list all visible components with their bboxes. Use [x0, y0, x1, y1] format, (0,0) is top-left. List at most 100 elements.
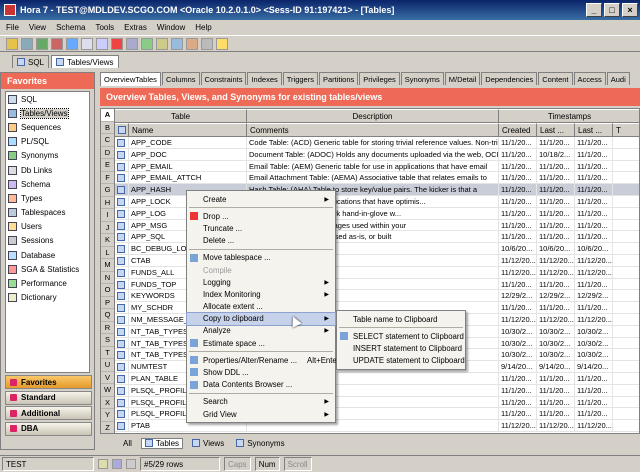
letter-d[interactable]: D [101, 147, 114, 159]
filter-icon[interactable] [141, 37, 153, 50]
tab-access[interactable]: Access [573, 72, 606, 85]
letter-q[interactable]: Q [101, 309, 114, 322]
close-button[interactable]: × [622, 3, 638, 17]
column-last-1[interactable]: Last ... [537, 123, 575, 137]
letter-w[interactable]: W [101, 384, 114, 397]
category-favorites[interactable]: Favorites [5, 375, 92, 389]
menu-item-show-ddl[interactable]: Show DDL ... [187, 366, 335, 378]
table-row[interactable]: APP_DOC Document Table: (ADOC) Holds any … [115, 148, 639, 161]
menu-item-grid-view[interactable]: Grid View ▶ [187, 408, 335, 420]
refresh-icon[interactable] [66, 37, 78, 50]
filter-tab-tables[interactable]: Tables [140, 437, 184, 449]
letter-t[interactable]: T [101, 347, 114, 359]
menu-extras[interactable]: Extras [124, 23, 147, 32]
table-row[interactable]: APP_EMAIL Email Table: (AEM) Generic tabl… [115, 160, 639, 173]
letter-p[interactable]: P [101, 297, 114, 309]
sidebar-item-database[interactable]: Database [6, 248, 89, 262]
tab-privileges[interactable]: Privileges [359, 72, 400, 85]
letter-z[interactable]: Z [101, 422, 114, 434]
menu-item-update-statement-to-clipboard[interactable]: UPDATE statement to Clipboard [337, 355, 465, 367]
sidebar-item-tables-views[interactable]: Tables/Views [6, 106, 89, 120]
column-comments[interactable]: Comments [247, 123, 499, 137]
rollback-icon[interactable] [51, 37, 63, 50]
doc-tab-sql[interactable]: SQL [12, 55, 50, 68]
menu-item-move-tablespace[interactable]: Move tablespace ... [187, 252, 335, 264]
sidebar-item-tablespaces[interactable]: Tablespaces [6, 206, 89, 220]
column-name[interactable]: Name [129, 123, 247, 137]
category-standard[interactable]: Standard [5, 390, 92, 405]
sidebar-item-sql[interactable]: SQL [6, 92, 89, 106]
column-created[interactable]: Created [499, 123, 537, 137]
tab-constraints[interactable]: Constraints [200, 72, 247, 85]
sidebar-item-pl-sql[interactable]: PL/SQL [6, 135, 89, 149]
letter-i[interactable]: I [101, 209, 114, 222]
sidebar-item-sga-statistics[interactable]: SGA & Statistics [6, 262, 89, 276]
letter-g[interactable]: G [101, 184, 114, 197]
menu-item-insert-statement-to-clipboard[interactable]: INSERT statement to Clipboard [337, 342, 465, 354]
letter-u[interactable]: U [101, 359, 114, 372]
menu-item-allocate-extent[interactable]: Allocate extent ... [187, 301, 335, 313]
menu-item-data-contents-browser[interactable]: Data Contents Browser ... [187, 379, 335, 391]
sidebar-item-dictionary[interactable]: Dictionary [6, 291, 89, 305]
menu-item-estimate-space[interactable]: Estimate space ... [187, 337, 335, 349]
tab-audi[interactable]: Audi [606, 72, 630, 85]
tab-content[interactable]: Content [538, 72, 573, 85]
connect-icon[interactable] [6, 37, 18, 50]
grid-icon[interactable] [171, 37, 183, 50]
sidebar-item-performance[interactable]: Performance [6, 276, 89, 290]
sidebar-item-users[interactable]: Users [6, 220, 89, 234]
menu-view[interactable]: View [29, 23, 46, 32]
menu-item-delete[interactable]: Delete ... [187, 235, 335, 247]
new-table-icon[interactable] [81, 37, 93, 50]
tables-grid[interactable]: ABCDEFGHIJKLMNOPQRSTUVWXYZ Table Descrip… [100, 108, 640, 434]
letter-m[interactable]: M [101, 259, 114, 272]
letter-r[interactable]: R [101, 322, 114, 334]
settings-icon[interactable] [201, 37, 213, 50]
letter-k[interactable]: K [101, 234, 114, 247]
menu-item-table-name-to-clipboard[interactable]: Table name to Clipboard [337, 313, 465, 325]
lock-icon[interactable] [156, 37, 168, 50]
letter-x[interactable]: X [101, 397, 114, 409]
menu-item-create[interactable]: Create ▶ [187, 193, 335, 205]
sidebar-item-synonyms[interactable]: Synonyms [6, 149, 89, 163]
column-t[interactable]: T [613, 123, 639, 137]
letter-h[interactable]: H [101, 197, 114, 209]
letter-y[interactable]: Y [101, 409, 114, 422]
disconnect-icon[interactable] [21, 37, 33, 50]
help-icon[interactable] [216, 37, 228, 50]
copy-icon[interactable] [126, 37, 138, 50]
edit-icon[interactable] [96, 37, 108, 50]
sidebar-item-sessions[interactable]: Sessions [6, 234, 89, 248]
menu-item-properties-alter-rename[interactable]: Properties/Alter/Rename ... Alt+Enter [187, 354, 339, 366]
tab-synonyms[interactable]: Synonyms [400, 72, 444, 85]
menu-item-search[interactable]: Search ▶ [187, 396, 335, 408]
tab-m-detail[interactable]: M/Detail [444, 72, 481, 85]
letter-v[interactable]: V [101, 372, 114, 384]
column-last-2[interactable]: Last ... [575, 123, 613, 137]
minimize-button[interactable]: _ [586, 3, 602, 17]
menu-item-drop[interactable]: Drop ... [187, 210, 335, 222]
letter-s[interactable]: S [101, 334, 114, 347]
letter-f[interactable]: F [101, 172, 114, 184]
letter-c[interactable]: C [101, 134, 114, 147]
export-icon[interactable] [186, 37, 198, 50]
sidebar-item-sequences[interactable]: Sequences [6, 120, 89, 134]
filter-tab-views[interactable]: Views [189, 439, 227, 448]
menu-help[interactable]: Help [195, 23, 211, 32]
table-row[interactable]: APP_CODE Code Table: (ACD) Generic table … [115, 137, 639, 149]
letter-j[interactable]: J [101, 222, 114, 234]
maximize-button[interactable]: □ [604, 3, 620, 17]
category-additional[interactable]: Additional [5, 406, 92, 420]
tab-triggers[interactable]: Triggers [282, 72, 318, 85]
menu-tools[interactable]: Tools [95, 23, 114, 32]
menu-item-index-monitoring[interactable]: Index Monitoring ▶ [187, 288, 335, 300]
tab-columns[interactable]: Columns [161, 72, 200, 85]
menu-item-analyze[interactable]: Analyze ▶ [187, 325, 335, 337]
letter-o[interactable]: O [101, 284, 114, 297]
tab-overviewtables[interactable]: OverviewTables [100, 72, 161, 86]
sidebar-item-types[interactable]: Types [6, 191, 89, 205]
tab-dependencies[interactable]: Dependencies [481, 72, 538, 85]
sidebar-item-schema[interactable]: Schema [6, 177, 89, 191]
menu-item-copy-to-clipboard[interactable]: Copy to clipboard ▶ [186, 311, 336, 326]
letter-n[interactable]: N [101, 272, 114, 284]
